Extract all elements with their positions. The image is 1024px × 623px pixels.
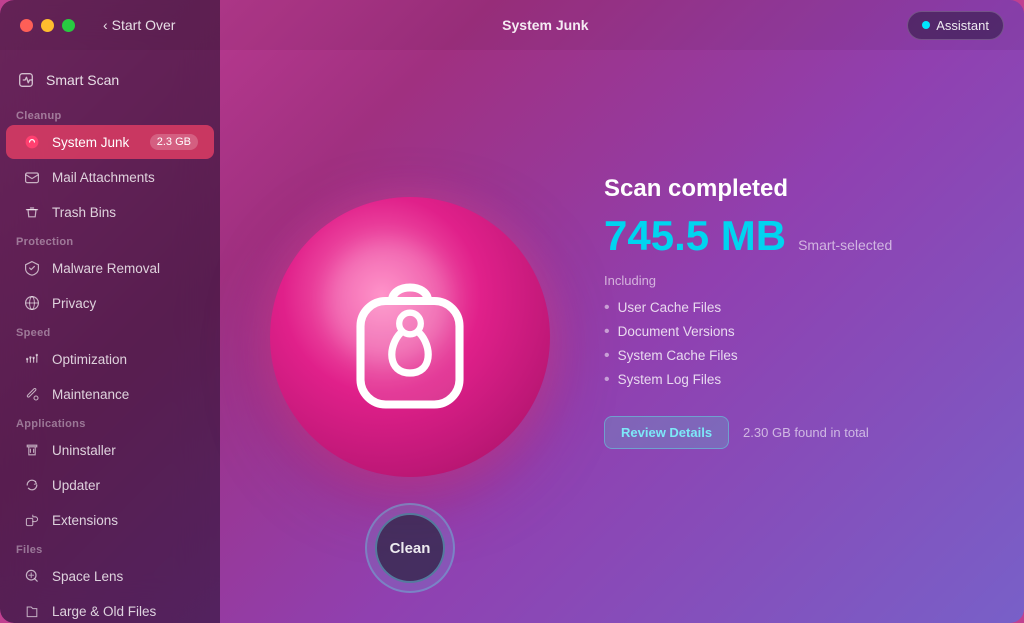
clean-button-container: Clean (365, 503, 455, 593)
section-label-applications: Applications (0, 412, 220, 432)
maintenance-label: Maintenance (52, 387, 129, 402)
mail-attachments-icon (22, 167, 42, 187)
space-lens-label: Space Lens (52, 569, 123, 584)
large-old-files-label: Large & Old Files (52, 604, 156, 619)
system-junk-label: System Junk (52, 135, 129, 150)
review-row: Review Details 2.30 GB found in total (604, 416, 964, 449)
section-label-protection: Protection (0, 230, 220, 250)
sidebar-item-optimization[interactable]: Optimization (6, 342, 214, 376)
assistant-button[interactable]: Assistant (907, 11, 1004, 40)
uninstaller-icon (22, 440, 42, 460)
close-button[interactable] (20, 19, 33, 32)
app-window: ‹ Start Over System Junk Assistant Smart… (0, 0, 1024, 623)
large-old-files-icon (22, 601, 42, 621)
smart-selected-label: Smart-selected (798, 237, 892, 253)
assistant-dot-icon (922, 21, 930, 29)
sidebar-item-malware-removal[interactable]: Malware Removal (6, 251, 214, 285)
including-label: Including (604, 273, 964, 288)
privacy-label: Privacy (52, 296, 96, 311)
sidebar-item-space-lens[interactable]: Space Lens (6, 559, 214, 593)
title-bar: ‹ Start Over System Junk Assistant (0, 0, 1024, 50)
file-list: User Cache Files Document Versions Syste… (604, 296, 964, 392)
list-item: User Cache Files (604, 296, 964, 320)
clean-button[interactable]: Clean (375, 513, 445, 583)
sidebar-item-mail-attachments[interactable]: Mail Attachments (6, 160, 214, 194)
sidebar-item-uninstaller[interactable]: Uninstaller (6, 433, 214, 467)
malware-removal-icon (22, 258, 42, 278)
minimize-button[interactable] (41, 19, 54, 32)
optimization-label: Optimization (52, 352, 127, 367)
optimization-icon (22, 349, 42, 369)
trash-bins-icon (22, 202, 42, 222)
system-junk-badge: 2.3 GB (150, 134, 198, 150)
mail-attachments-label: Mail Attachments (52, 170, 155, 185)
chevron-left-icon: ‹ (103, 17, 108, 33)
sidebar-item-privacy[interactable]: Privacy (6, 286, 214, 320)
extensions-label: Extensions (52, 513, 118, 528)
privacy-icon (22, 293, 42, 313)
sidebar-item-extensions[interactable]: Extensions (6, 503, 214, 537)
size-number: 745.5 MB (604, 215, 786, 257)
logo-svg (320, 247, 500, 427)
section-label-files: Files (0, 538, 220, 558)
start-over-label: Start Over (112, 17, 176, 33)
maximize-button[interactable] (62, 19, 75, 32)
sidebar: Smart Scan Cleanup System Junk 2.3 GB Ma… (0, 0, 220, 623)
list-item: System Log Files (604, 368, 964, 392)
sidebar-item-smart-scan[interactable]: Smart Scan (0, 60, 220, 104)
malware-removal-label: Malware Removal (52, 261, 160, 276)
updater-label: Updater (52, 478, 100, 493)
list-item: Document Versions (604, 320, 964, 344)
found-total-label: 2.30 GB found in total (743, 425, 869, 440)
start-over-button[interactable]: ‹ Start Over (95, 13, 183, 37)
sidebar-item-large-old-files[interactable]: Large & Old Files (6, 594, 214, 623)
list-item: System Cache Files (604, 344, 964, 368)
sidebar-item-system-junk[interactable]: System Junk 2.3 GB (6, 125, 214, 159)
review-details-button[interactable]: Review Details (604, 416, 729, 449)
app-logo (270, 197, 550, 477)
system-junk-icon (22, 132, 42, 152)
sidebar-item-trash-bins[interactable]: Trash Bins (6, 195, 214, 229)
info-panel: Scan completed 745.5 MB Smart-selected I… (604, 175, 964, 449)
sidebar-item-maintenance[interactable]: Maintenance (6, 377, 214, 411)
section-label-cleanup: Cleanup (0, 104, 220, 124)
smart-scan-label: Smart Scan (46, 72, 119, 88)
section-label-speed: Speed (0, 321, 220, 341)
size-display: 745.5 MB Smart-selected (604, 215, 964, 257)
uninstaller-label: Uninstaller (52, 443, 116, 458)
extensions-icon (22, 510, 42, 530)
maintenance-icon (22, 384, 42, 404)
assistant-label: Assistant (936, 18, 989, 33)
updater-icon (22, 475, 42, 495)
sidebar-item-updater[interactable]: Updater (6, 468, 214, 502)
trash-bins-label: Trash Bins (52, 205, 116, 220)
smart-scan-icon (16, 70, 36, 90)
window-title: System Junk (183, 17, 907, 33)
traffic-lights (20, 19, 75, 32)
scan-completed-title: Scan completed (604, 175, 964, 203)
space-lens-icon (22, 566, 42, 586)
clean-button-outer[interactable]: Clean (365, 503, 455, 593)
